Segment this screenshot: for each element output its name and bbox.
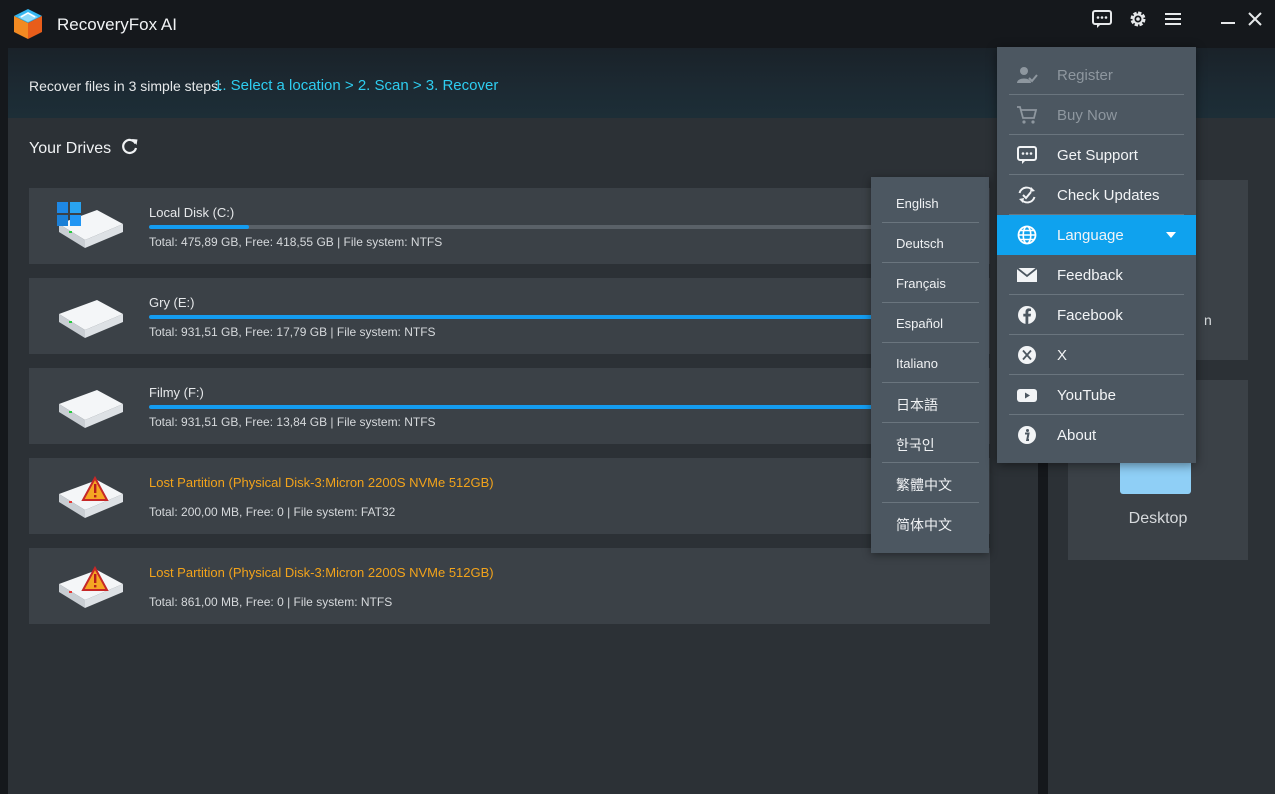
desktop-label: Desktop xyxy=(1128,510,1188,527)
warning-disk-icon xyxy=(59,565,123,608)
menu-item-register[interactable]: Register xyxy=(997,55,1196,95)
language-option-label: 日本語 xyxy=(896,397,938,413)
refresh-check-icon xyxy=(1018,186,1036,204)
menu-item-buy-now[interactable]: Buy Now xyxy=(997,95,1196,135)
refresh-icon[interactable] xyxy=(120,137,140,157)
menu-item-label: About xyxy=(1057,427,1097,444)
menu-item-check-updates[interactable]: Check Updates xyxy=(997,175,1196,215)
chevron-down-icon xyxy=(1166,232,1176,238)
cart-icon xyxy=(1017,106,1038,124)
language-option-english[interactable]: English xyxy=(882,183,979,223)
drive-info: Total: 861,00 MB, Free: 0 | File system:… xyxy=(149,595,393,609)
language-option-traditional-chinese[interactable]: 繁體中文 xyxy=(882,463,979,503)
location-card-label: n xyxy=(1204,312,1212,328)
hamburger-icon xyxy=(1165,13,1181,25)
drive-usage-fill xyxy=(149,315,963,319)
menu-item-label: Get Support xyxy=(1057,147,1138,164)
x-icon xyxy=(1018,346,1036,364)
mail-icon xyxy=(1016,267,1038,282)
drive-info: Total: 931,51 GB, Free: 13,84 GB | File … xyxy=(149,415,436,429)
language-option-label: 简体中文 xyxy=(896,517,952,533)
drive-name: Lost Partition (Physical Disk-3:Micron 2… xyxy=(149,475,494,490)
language-option-label: 한국인 xyxy=(896,437,935,453)
drive-row[interactable]: Gry (E:) Total: 931,51 GB, Free: 17,79 G… xyxy=(29,278,990,354)
drive-info: Total: 475,89 GB, Free: 418,55 GB | File… xyxy=(149,235,443,249)
title-bar: RecoveryFox AI xyxy=(0,0,1275,48)
language-option-italiano[interactable]: Italiano xyxy=(882,343,979,383)
drive-usage-bar xyxy=(149,405,979,409)
menu-item-youtube[interactable]: YouTube xyxy=(997,375,1196,415)
language-option-espanol[interactable]: Español xyxy=(882,303,979,343)
facebook-icon xyxy=(1018,306,1036,324)
gear-icon xyxy=(1130,11,1146,27)
drive-name: Local Disk (C:) xyxy=(149,205,235,220)
disk-icon xyxy=(59,390,123,428)
settings-button[interactable] xyxy=(1125,6,1151,32)
menu-item-x[interactable]: X xyxy=(997,335,1196,375)
menu-item-label: YouTube xyxy=(1057,387,1116,404)
menu-item-label: X xyxy=(1057,347,1068,364)
language-option-label: English xyxy=(896,196,939,211)
menu-item-label: Feedback xyxy=(1057,267,1123,284)
info-icon xyxy=(1018,426,1036,444)
language-option-simplified-chinese[interactable]: 简体中文 xyxy=(882,503,979,543)
minimize-icon xyxy=(1221,22,1235,24)
menu-item-label: Register xyxy=(1057,67,1113,84)
drive-usage-fill xyxy=(149,405,967,409)
language-option-label: Deutsch xyxy=(896,236,944,251)
menu-item-label: Facebook xyxy=(1057,307,1123,324)
drive-info: Total: 200,00 MB, Free: 0 | File system:… xyxy=(149,505,396,519)
drive-usage-bar xyxy=(149,315,979,319)
language-option-japanese[interactable]: 日本語 xyxy=(882,383,979,423)
support-chat-button[interactable] xyxy=(1089,6,1115,32)
youtube-icon xyxy=(1017,389,1037,402)
menu-item-feedback[interactable]: Feedback xyxy=(997,255,1196,295)
language-option-label: 繁體中文 xyxy=(896,477,952,493)
main-menu: Register Buy Now Get Support Check Updat… xyxy=(997,47,1196,463)
drive-row[interactable]: Lost Partition (Physical Disk-3:Micron 2… xyxy=(29,458,990,534)
app-title: RecoveryFox AI xyxy=(57,15,177,34)
drive-row[interactable]: Local Disk (C:) Total: 475,89 GB, Free: … xyxy=(29,188,990,264)
language-submenu: English Deutsch Français Español Italian… xyxy=(871,177,989,553)
menu-button[interactable] xyxy=(1160,6,1186,32)
menu-item-label: Language xyxy=(1057,227,1124,244)
language-option-label: Español xyxy=(896,316,943,331)
close-button[interactable] xyxy=(1242,6,1268,32)
app-logo-icon xyxy=(14,9,42,39)
menu-item-language[interactable]: Language xyxy=(997,215,1196,255)
menu-item-get-support[interactable]: Get Support xyxy=(997,135,1196,175)
app-window: RecoveryFox AI Recover files in 3 simple… xyxy=(0,0,1275,794)
disk-icon xyxy=(59,300,123,338)
warning-disk-icon xyxy=(59,475,123,518)
chat-icon xyxy=(1092,10,1112,28)
close-icon xyxy=(1248,12,1262,26)
drive-usage-bar xyxy=(149,225,979,229)
steps-link: 1. Select a location > 2. Scan > 3. Reco… xyxy=(214,77,499,94)
language-option-francais[interactable]: Français xyxy=(882,263,979,303)
drives-title: Your Drives xyxy=(29,140,112,157)
menu-item-label: Check Updates xyxy=(1057,187,1160,204)
language-option-korean[interactable]: 한국인 xyxy=(882,423,979,463)
language-option-label: Italiano xyxy=(896,356,938,371)
globe-icon xyxy=(1017,225,1037,245)
drive-name: Gry (E:) xyxy=(149,295,195,310)
drive-row[interactable]: Filmy (F:) Total: 931,51 GB, Free: 13,84… xyxy=(29,368,990,444)
language-option-deutsch[interactable]: Deutsch xyxy=(882,223,979,263)
menu-item-label: Buy Now xyxy=(1057,107,1118,124)
steps-intro: Recover files in 3 simple steps: xyxy=(29,78,222,94)
menu-item-facebook[interactable]: Facebook xyxy=(997,295,1196,335)
chat-icon xyxy=(1017,146,1037,164)
drive-row[interactable]: Lost Partition (Physical Disk-3:Micron 2… xyxy=(29,548,990,624)
user-check-icon xyxy=(1017,67,1038,83)
language-option-label: Français xyxy=(896,276,946,291)
minimize-button[interactable] xyxy=(1215,6,1241,32)
drive-info: Total: 931,51 GB, Free: 17,79 GB | File … xyxy=(149,325,436,339)
drive-usage-fill xyxy=(149,225,249,229)
menu-item-about[interactable]: About xyxy=(997,415,1196,455)
windows-disk-icon xyxy=(57,202,123,248)
drive-name: Filmy (F:) xyxy=(149,385,204,400)
drive-name: Lost Partition (Physical Disk-3:Micron 2… xyxy=(149,565,494,580)
